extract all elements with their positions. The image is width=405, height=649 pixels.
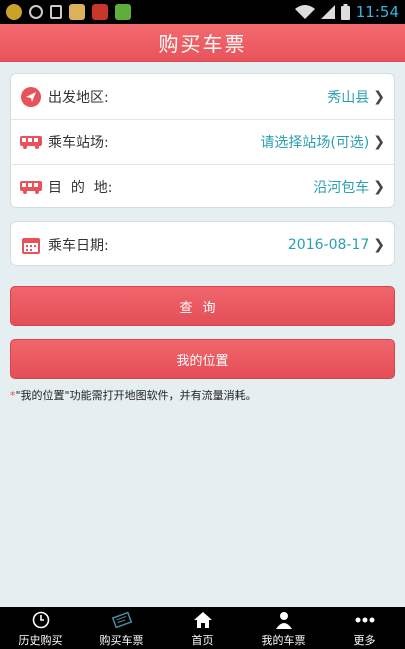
nav-my-tickets-label: 我的车票 [261,634,306,647]
app-notification-icon [6,4,22,20]
station-label: 乘车站场: [48,135,109,151]
date-label: 乘车日期: [48,237,109,254]
location-note: *"我的位置"功能需打开地图软件，并有流量消耗。 [10,387,257,403]
nav-more[interactable]: 更多 [324,607,405,649]
signal-icon [320,5,335,19]
system-status: 11:54 [294,3,399,21]
notification-icons [6,4,131,20]
user-icon [275,611,293,629]
ticket-icon [111,611,132,629]
chevron-right-icon: ❯ [373,236,385,253]
nav-home[interactable]: 首页 [162,607,243,649]
chevron-right-icon: ❯ [373,179,385,195]
clock-icon [32,611,50,629]
nav-buy-ticket[interactable]: 购买车票 [81,607,162,649]
page-title: 购买车票 [158,32,247,56]
destination-row[interactable]: 目 的 地: 沿河包车 ❯ [11,164,394,209]
destination-label: 目 的 地: [48,180,113,196]
query-button[interactable]: 查询 [10,286,395,326]
nav-more-label: 更多 [353,634,376,647]
chevron-right-icon: ❯ [373,134,385,150]
departure-value: 秀山县 [327,89,370,106]
chevron-right-icon: ❯ [373,88,385,105]
bus-icon [20,131,42,153]
battery-icon [340,4,350,20]
date-value: 2016-08-17 [287,236,370,253]
more-icon [355,611,375,629]
nav-history[interactable]: 历史购买 [0,607,81,649]
date-card: 乘车日期: 2016-08-17 ❯ [10,221,395,266]
wifi-icon [294,5,315,19]
app-notification-icon [115,4,131,20]
destination-value: 沿河包车 [313,180,370,196]
station-row[interactable]: 乘车站场: 请选择站场(可选) ❯ [11,119,394,164]
my-location-button[interactable]: 我的位置 [10,339,395,379]
departure-label: 出发地区: [48,89,109,106]
app-notification-icon [92,4,108,20]
location-arrow-icon [20,86,42,108]
status-bar: 11:54 [0,0,405,24]
clock-time: 11:54 [355,3,399,21]
note-text: "我的位置"功能需打开地图软件，并有流量消耗。 [15,389,257,402]
nav-history-label: 历史购买 [18,634,63,647]
nav-buy-ticket-label: 购买车票 [99,634,144,647]
route-form-card: 出发地区: 秀山县 ❯ 乘车站场: 请选择站场(可选) ❯ 目 的 地: 沿河包… [10,73,395,208]
gps-icon [29,5,43,19]
app-notification-icon [69,4,85,20]
home-icon [193,611,213,629]
departure-row[interactable]: 出发地区: 秀山县 ❯ [11,74,394,119]
app-header: 购买车票 [0,24,405,62]
nav-home-label: 首页 [191,634,214,647]
bus-icon [20,176,42,198]
nav-my-tickets[interactable]: 我的车票 [243,607,324,649]
station-value: 请选择站场(可选) [260,135,370,151]
date-row[interactable]: 乘车日期: 2016-08-17 ❯ [11,222,394,267]
bottom-nav: 历史购买 购买车票 首页 我的车票 更多 [0,607,405,649]
bag-icon [50,5,62,19]
calendar-icon [20,234,42,256]
